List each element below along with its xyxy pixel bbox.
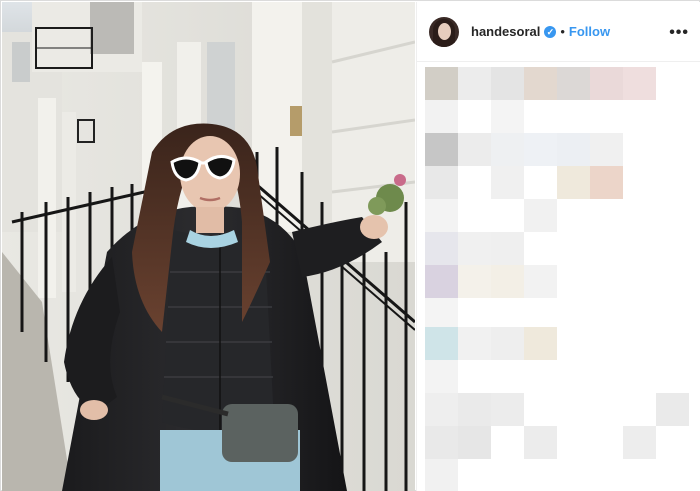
- blur-block: [491, 327, 524, 360]
- blur-block: [491, 133, 524, 166]
- blur-block: [425, 100, 458, 133]
- instagram-post-embed: handesoral ✓ • Follow •••: [0, 0, 700, 491]
- blur-block: [425, 327, 458, 360]
- avatar-face-shape: [438, 22, 451, 40]
- blur-block: [425, 232, 458, 265]
- comments-area-blurred: [417, 63, 700, 491]
- blur-block: [491, 265, 524, 298]
- blur-block: [425, 426, 458, 459]
- blur-block: [590, 166, 623, 199]
- blur-block: [491, 166, 524, 199]
- blur-block: [623, 426, 656, 459]
- blur-block: [524, 67, 557, 100]
- blur-block: [425, 199, 458, 232]
- blur-block: [656, 393, 689, 426]
- blur-block: [425, 360, 458, 393]
- blur-block: [557, 133, 590, 166]
- separator-dot: •: [560, 24, 565, 39]
- avatar[interactable]: [429, 16, 459, 47]
- verified-badge-icon: ✓: [544, 25, 557, 38]
- blur-block: [491, 393, 524, 426]
- blur-block: [491, 232, 524, 265]
- blur-block: [425, 67, 458, 100]
- blur-block: [425, 166, 458, 199]
- blur-block: [458, 426, 491, 459]
- blur-block: [524, 426, 557, 459]
- post-photo-illustration: [2, 2, 415, 491]
- blur-block: [458, 133, 491, 166]
- blur-block: [590, 67, 623, 100]
- blur-block: [557, 67, 590, 100]
- more-options-icon[interactable]: •••: [669, 24, 689, 42]
- blur-block: [557, 166, 590, 199]
- post-header: handesoral ✓ • Follow •••: [417, 2, 700, 62]
- blur-block: [458, 393, 491, 426]
- post-sidebar: handesoral ✓ • Follow •••: [416, 2, 700, 491]
- username-link[interactable]: handesoral: [471, 24, 540, 39]
- blur-block: [590, 133, 623, 166]
- blur-block: [458, 232, 491, 265]
- blur-block: [524, 327, 557, 360]
- blur-block: [524, 133, 557, 166]
- blur-block: [491, 100, 524, 133]
- blur-block: [425, 265, 458, 298]
- blur-block: [425, 393, 458, 426]
- blur-block: [458, 327, 491, 360]
- blur-block: [623, 67, 656, 100]
- blur-block: [425, 459, 458, 491]
- blur-block: [491, 67, 524, 100]
- blur-block: [458, 67, 491, 100]
- post-photo[interactable]: [2, 2, 415, 491]
- blur-block: [524, 199, 557, 232]
- follow-button[interactable]: Follow: [569, 24, 610, 39]
- blur-block: [425, 133, 458, 166]
- blur-block: [458, 265, 491, 298]
- blur-block: [524, 265, 557, 298]
